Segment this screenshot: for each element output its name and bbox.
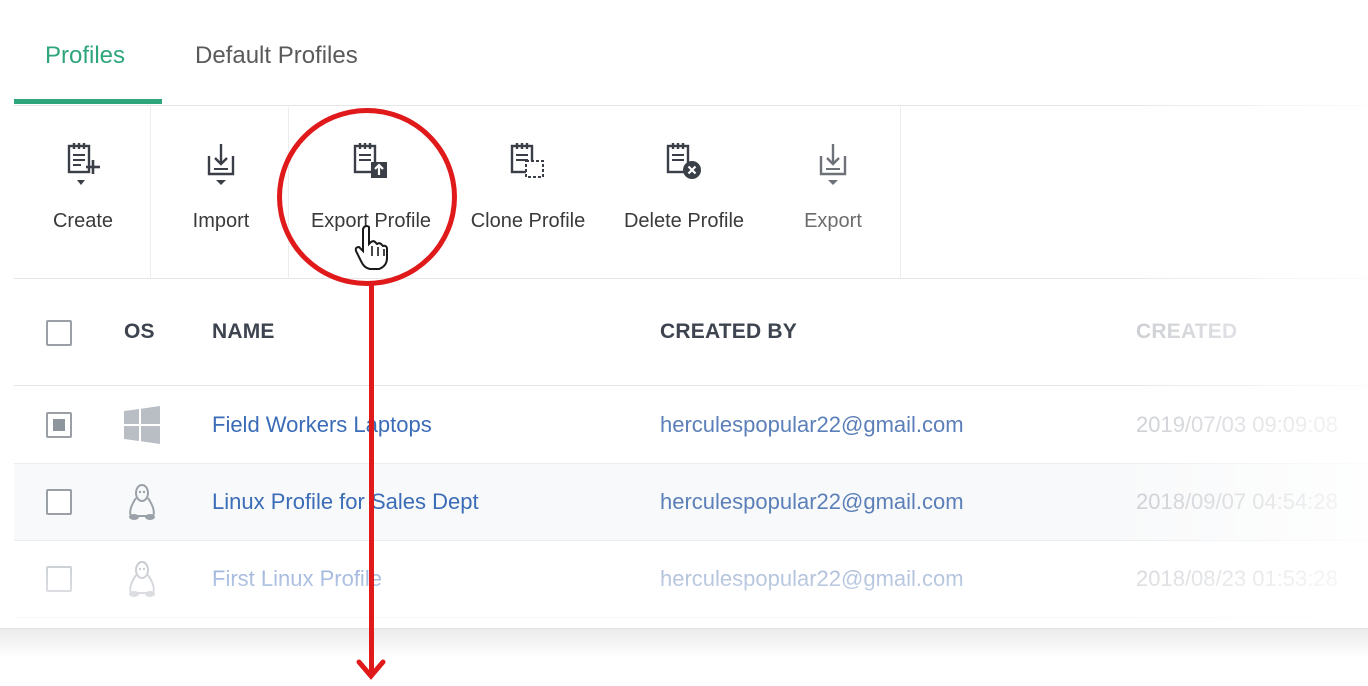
delete-profile-label: Delete Profile — [623, 210, 745, 232]
created-by-value: herculespopular22@gmail.com — [660, 489, 964, 514]
export-profile-label: Export Profile — [310, 210, 432, 232]
import-label: Import — [192, 210, 250, 232]
profile-name-link[interactable]: First Linux Profile — [212, 566, 382, 592]
torn-edge-shadow — [0, 628, 1368, 658]
toolbar: Create Import Export Profile Clone Profi… — [14, 107, 1368, 279]
windows-icon — [124, 406, 160, 444]
select-all-checkbox[interactable] — [46, 320, 72, 346]
profile-name-link[interactable]: Field Workers Laptops — [212, 412, 432, 438]
export-label: Export — [804, 210, 862, 232]
row-checkbox[interactable] — [46, 566, 72, 592]
row-checkbox[interactable] — [46, 489, 72, 515]
export-profile-icon — [353, 143, 387, 178]
profile-name-link[interactable]: Linux Profile for Sales Dept — [212, 489, 479, 515]
active-tab-indicator — [14, 99, 162, 104]
delete-profile-icon — [666, 143, 701, 179]
created-value: 2019/07/03 09:09:08 — [1136, 412, 1338, 437]
linux-icon — [129, 561, 155, 597]
profiles-panel: Profiles Default Profiles Create Import … — [14, 14, 1368, 644]
tab-profiles[interactable]: Profiles — [45, 42, 125, 70]
export-profile-button[interactable]: Export Profile — [302, 107, 440, 279]
column-header-created-by[interactable]: CREATED BY — [660, 320, 797, 344]
column-header-name[interactable]: NAME — [212, 320, 275, 344]
toolbar-divider — [150, 107, 151, 279]
import-icon — [207, 144, 235, 185]
delete-profile-button[interactable]: Delete Profile — [614, 107, 754, 279]
toolbar-divider — [288, 107, 289, 279]
created-value: 2018/09/07 04:54:28 — [1136, 489, 1338, 514]
import-button[interactable]: Import — [166, 107, 276, 279]
export-button[interactable]: Export — [778, 107, 888, 279]
clone-profile-label: Clone Profile — [470, 210, 586, 232]
toolbar-divider — [900, 107, 901, 279]
create-profile-icon — [67, 143, 100, 185]
table-row[interactable]: Field Workers Laptops herculespopular22@… — [14, 387, 1368, 464]
column-header-created[interactable]: CREATED — [1136, 320, 1237, 344]
tab-bar: Profiles Default Profiles — [14, 14, 1368, 106]
row-checkbox[interactable] — [46, 412, 72, 438]
linux-icon — [129, 484, 155, 520]
created-by-value: herculespopular22@gmail.com — [660, 566, 964, 591]
create-label: Create — [52, 210, 114, 232]
created-value: 2018/08/23 01:53:28 — [1136, 566, 1338, 591]
created-by-value: herculespopular22@gmail.com — [660, 412, 964, 437]
table-row[interactable]: Linux Profile for Sales Dept herculespop… — [14, 464, 1368, 541]
export-icon — [819, 144, 847, 185]
table-header: OS NAME CREATED BY CREATED — [14, 280, 1368, 386]
clone-profile-button[interactable]: Clone Profile — [462, 107, 594, 279]
tab-default-profiles[interactable]: Default Profiles — [195, 42, 358, 70]
table-row[interactable]: First Linux Profile herculespopular22@gm… — [14, 541, 1368, 618]
arrow-down-icon — [356, 659, 386, 680]
column-header-os[interactable]: OS — [124, 320, 155, 344]
arrow-annotation-line — [369, 284, 374, 674]
create-button[interactable]: Create — [28, 107, 138, 279]
clone-profile-icon — [510, 143, 544, 178]
